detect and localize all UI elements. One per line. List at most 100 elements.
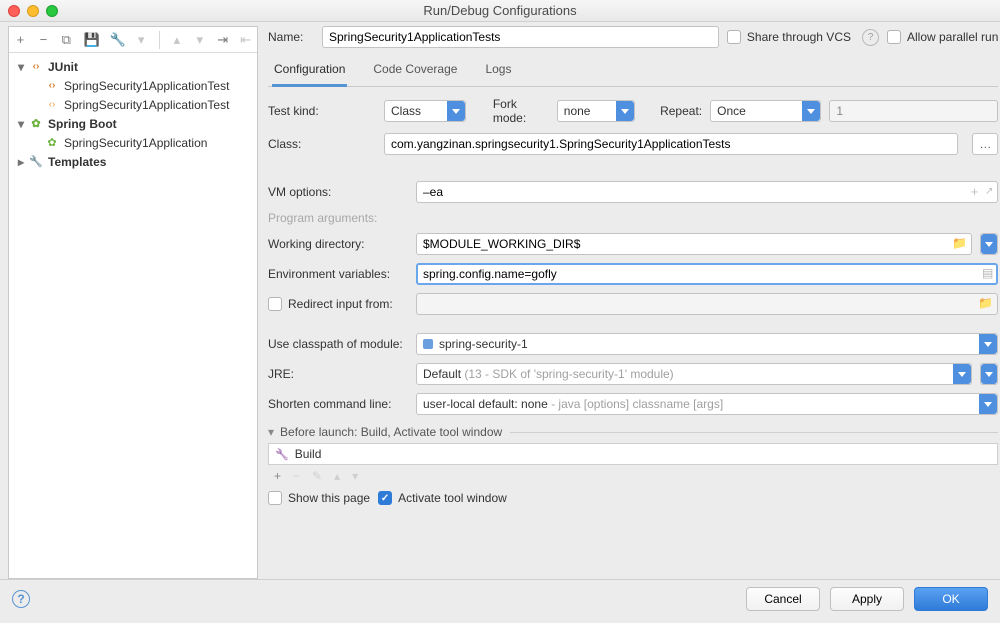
list-icon[interactable]: ▤ [982,266,993,280]
checkbox-label: Activate tool window [398,491,507,505]
repeat-count-field[interactable] [829,100,998,122]
working-dir-wrap: 📁 [416,233,972,255]
parallel-run-checkbox[interactable]: Allow parallel run [887,30,998,44]
jre-dropdown[interactable] [980,363,998,385]
select-value: Once [717,104,746,118]
chevron-down-icon [979,334,997,354]
select-value: spring-security-1 [439,337,528,351]
tree-node-test[interactable]: SpringSecurity1ApplicationTest [9,95,257,114]
tree-label: Templates [48,155,106,169]
expand-icon[interactable]: ⇥ [217,32,228,48]
cancel-button[interactable]: Cancel [746,587,820,611]
move-up-icon[interactable]: ▴ [171,32,182,48]
module-label: Use classpath of module: [268,337,408,351]
fork-mode-select[interactable]: none [557,100,635,122]
select-value: Default [423,367,464,381]
expand-icon[interactable]: ↗ [985,186,993,197]
env-vars-field[interactable] [416,263,998,285]
tab-logs[interactable]: Logs [483,56,513,86]
springboot-icon [45,136,59,150]
tree-label: JUnit [48,60,78,74]
name-label: Name: [268,30,314,44]
wrench-icon [29,155,43,169]
checkbox-label: Allow parallel run [907,30,998,44]
folder-icon[interactable]: 📁 [952,236,967,250]
collapse-icon[interactable]: ⇤ [240,32,251,48]
jre-select[interactable]: Default (13 - SDK of 'spring-security-1'… [416,363,972,385]
help-button[interactable]: ? [12,590,30,608]
remove-icon[interactable]: − [38,32,49,47]
before-launch-header: Before launch: Build, Activate tool wind… [280,425,502,439]
checkbox-label: Show this page [288,491,370,505]
chevron-down-icon [447,101,465,121]
add-icon[interactable]: + [274,469,281,483]
before-launch-item[interactable]: Build [268,443,998,465]
vm-options-field[interactable] [416,181,998,203]
tree-node-springboot[interactable]: ▾Spring Boot [9,114,257,133]
save-icon[interactable]: 💾 [84,32,98,48]
before-launch-label: Build [295,447,322,461]
activate-tool-checkbox[interactable]: Activate tool window [378,491,507,505]
module-select[interactable]: spring-security-1 [416,333,998,355]
sidebar-toolbar: + − ⧉ 💾 🔧 ▾ ▴ ▾ ⇥ ⇤ [9,27,257,53]
title-bar: Run/Debug Configurations [0,0,1000,22]
junit-icon [45,79,59,93]
class-field[interactable] [384,133,958,155]
redirect-input-checkbox[interactable]: Redirect input from: [268,297,408,311]
working-dir-field[interactable] [416,233,972,255]
repeat-label: Repeat: [660,104,702,118]
name-field[interactable] [322,26,719,48]
remove-icon[interactable]: − [293,469,300,483]
tab-code-coverage[interactable]: Code Coverage [371,56,459,86]
ok-button[interactable]: OK [914,587,988,611]
test-kind-select[interactable]: Class [384,100,466,122]
chevron-down-icon [616,101,634,121]
tree-node-test[interactable]: SpringSecurity1ApplicationTest [9,76,257,95]
config-sidebar: + − ⧉ 💾 🔧 ▾ ▴ ▾ ⇥ ⇤ ▾JUnit SpringSecurit… [8,26,258,579]
folder-icon[interactable]: 📁 [978,296,993,310]
separator [159,31,160,49]
env-vars-wrap: ▤ [416,263,998,285]
chevron-down-icon [981,364,997,384]
wrench-icon[interactable]: 🔧 [110,32,124,48]
repeat-select[interactable]: Once [710,100,821,122]
vm-options-wrap: + ↗ [416,181,998,203]
move-down-icon[interactable]: ▾ [352,469,358,483]
edit-icon[interactable]: ✎ [312,469,322,483]
main-panel: Name: Share through VCS ? Allow parallel… [262,22,1000,579]
module-icon [423,339,433,349]
springboot-icon [29,117,43,131]
select-value: none [564,104,591,118]
tab-configuration[interactable]: Configuration [272,56,347,87]
env-vars-label: Environment variables: [268,267,408,281]
class-label: Class: [268,137,376,151]
shorten-hint: - java [options] classname [args] [551,397,723,411]
browse-class-button[interactable]: … [972,133,998,155]
add-icon[interactable]: + [15,32,26,47]
move-down-icon[interactable]: ▾ [194,32,205,48]
jre-label: JRE: [268,367,408,381]
select-value: Class [391,104,421,118]
tree-label: SpringSecurity1Application [64,136,207,150]
share-vcs-checkbox[interactable]: Share through VCS [727,30,851,44]
tree-label: Spring Boot [48,117,117,131]
checkbox-label: Share through VCS [747,30,851,44]
junit-icon [45,98,59,112]
plus-icon[interactable]: + [971,184,979,199]
apply-button[interactable]: Apply [830,587,904,611]
tree-node-templates[interactable]: ▸Templates [9,152,257,171]
show-page-checkbox[interactable]: Show this page [268,491,370,505]
help-icon[interactable]: ? [862,29,879,46]
jre-hint: (13 - SDK of 'spring-security-1' module) [464,367,673,381]
chevron-down-icon [802,101,820,121]
working-dir-dropdown[interactable] [980,233,998,255]
copy-icon[interactable]: ⧉ [61,32,72,48]
tree-node-junit[interactable]: ▾JUnit [9,57,257,76]
tree-label: SpringSecurity1ApplicationTest [64,98,229,112]
move-up-icon[interactable]: ▴ [334,469,340,483]
window-title: Run/Debug Configurations [0,3,1000,18]
tabs: Configuration Code Coverage Logs [268,56,998,87]
chevron-down-icon[interactable]: ▾ [136,32,147,48]
tree-node-app[interactable]: SpringSecurity1Application [9,133,257,152]
shorten-select[interactable]: user-local default: none - java [options… [416,393,998,415]
